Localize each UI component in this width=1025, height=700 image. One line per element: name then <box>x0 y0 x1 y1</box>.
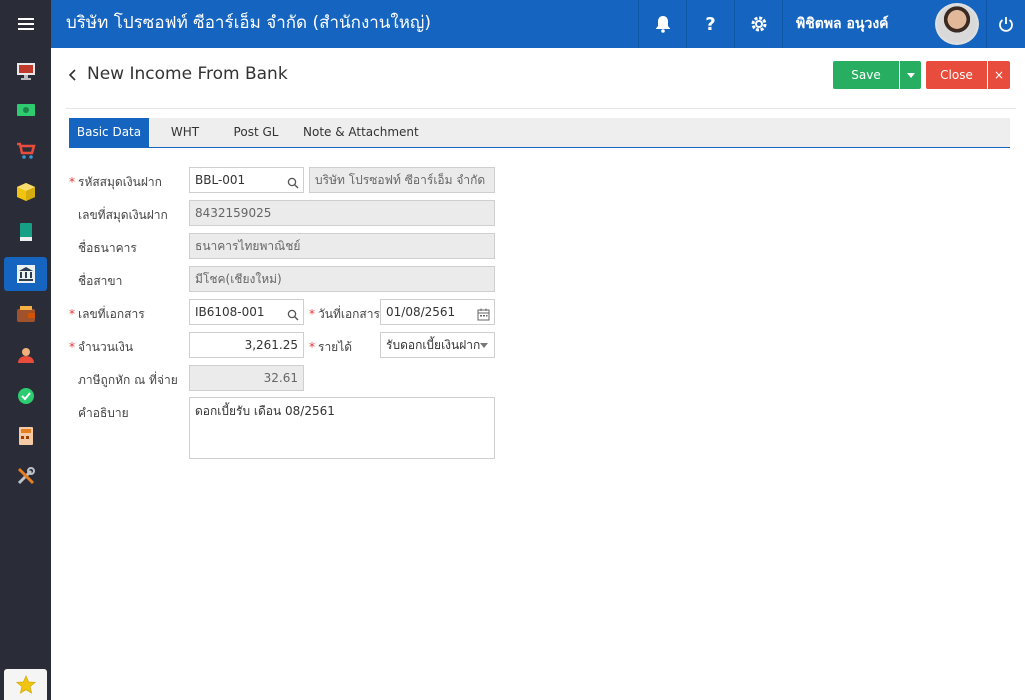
top-bar: บริษัท โปรซอฟท์ ซีอาร์เอ็ม จำกัด (สำนักง… <box>0 0 1025 48</box>
income-type-select[interactable]: รับดอกเบี้ยเงินฝาก <box>380 332 495 358</box>
tools-icon[interactable] <box>4 459 47 493</box>
cart-icon[interactable] <box>4 134 47 168</box>
description-textarea[interactable]: ดอกเบี้ยรับ เดือน 08/2561 <box>189 397 495 459</box>
bank-book-no-field: 8432159025 <box>189 200 495 226</box>
page-title: New Income From Bank <box>87 64 288 84</box>
gear-icon[interactable] <box>734 0 782 48</box>
doc-no-input[interactable]: IB6108-001 <box>189 299 304 325</box>
doc-date-input[interactable]: 01/08/2561 <box>380 299 495 325</box>
bank-book-code-label: * รหัสสมุดเงินฝาก <box>69 175 162 189</box>
caret-down-icon <box>906 72 915 78</box>
check-icon[interactable] <box>4 379 47 413</box>
bank-name-label: ชื่อธนาคาร <box>78 241 137 255</box>
header-divider <box>66 108 1016 109</box>
tab-wht[interactable]: WHT <box>165 118 205 148</box>
tab-note-attachment[interactable]: Note & Attachment <box>303 118 419 148</box>
wallet-icon[interactable] <box>4 297 47 331</box>
calendar-icon[interactable] <box>477 305 490 324</box>
description-label: คำอธิบาย <box>78 406 129 420</box>
monitor-icon[interactable] <box>4 54 47 88</box>
wht-label: ภาษีถูกหัก ณ ที่จ่าย <box>78 373 178 387</box>
save-button[interactable]: Save <box>833 61 899 89</box>
company-name-field: บริษัท โปรซอฟท์ ซีอาร์เอ็ม จำกัด <box>309 167 495 193</box>
bank-book-code-input[interactable]: BBL-001 <box>189 167 304 193</box>
close-x-icon[interactable]: × <box>988 61 1010 89</box>
back-chevron-icon[interactable] <box>68 66 78 87</box>
hamburger-menu-icon[interactable] <box>0 0 51 48</box>
save-dropdown-button[interactable] <box>899 61 921 89</box>
amount-label: * จำนวนเงิน <box>69 340 134 354</box>
bank-name-field: ธนาคารไทยพาณิชย์ <box>189 233 495 259</box>
amount-input[interactable]: 3,261.25 <box>189 332 304 358</box>
money-icon[interactable] <box>4 93 47 127</box>
star-icon[interactable] <box>4 669 47 700</box>
wht-field: 32.61 <box>189 365 304 391</box>
doc-no-label: * เลขที่เอกสาร <box>69 307 145 321</box>
sidebar <box>0 48 51 700</box>
bank-icon[interactable] <box>4 257 47 291</box>
tab-post-gl[interactable]: Post GL <box>230 118 282 148</box>
help-icon[interactable]: ? <box>686 0 734 48</box>
branch-name-field: มีโชค(เชียงใหม่) <box>189 266 495 292</box>
search-icon[interactable] <box>287 305 299 324</box>
box-icon[interactable] <box>4 175 47 209</box>
bank-book-no-label: เลขที่สมุดเงินฝาก <box>78 208 168 222</box>
search-icon[interactable] <box>287 173 299 192</box>
user-name: พิชิตพล อนุวงค์ <box>796 16 889 32</box>
people-icon[interactable] <box>4 338 47 372</box>
close-button[interactable]: Close <box>926 61 987 89</box>
power-icon[interactable] <box>986 0 1025 48</box>
branch-name-label: ชื่อสาขา <box>78 274 123 288</box>
user-menu[interactable]: พิชิตพล อนุวงค์ <box>782 0 986 48</box>
chevron-down-icon <box>480 343 488 348</box>
doc-date-label: * วันที่เอกสาร <box>309 307 380 321</box>
calculator-icon[interactable] <box>4 419 47 453</box>
company-name: บริษัท โปรซอฟท์ ซีอาร์เอ็ม จำกัด (สำนักง… <box>66 13 432 33</box>
tab-basic-data[interactable]: Basic Data <box>69 118 149 148</box>
bell-icon[interactable] <box>638 0 686 48</box>
book-icon[interactable] <box>4 215 47 249</box>
income-type-label: * รายได้ <box>309 340 353 354</box>
tab-bar: Basic Data WHT Post GL Note & Attachment <box>69 118 1010 148</box>
avatar <box>935 3 979 45</box>
